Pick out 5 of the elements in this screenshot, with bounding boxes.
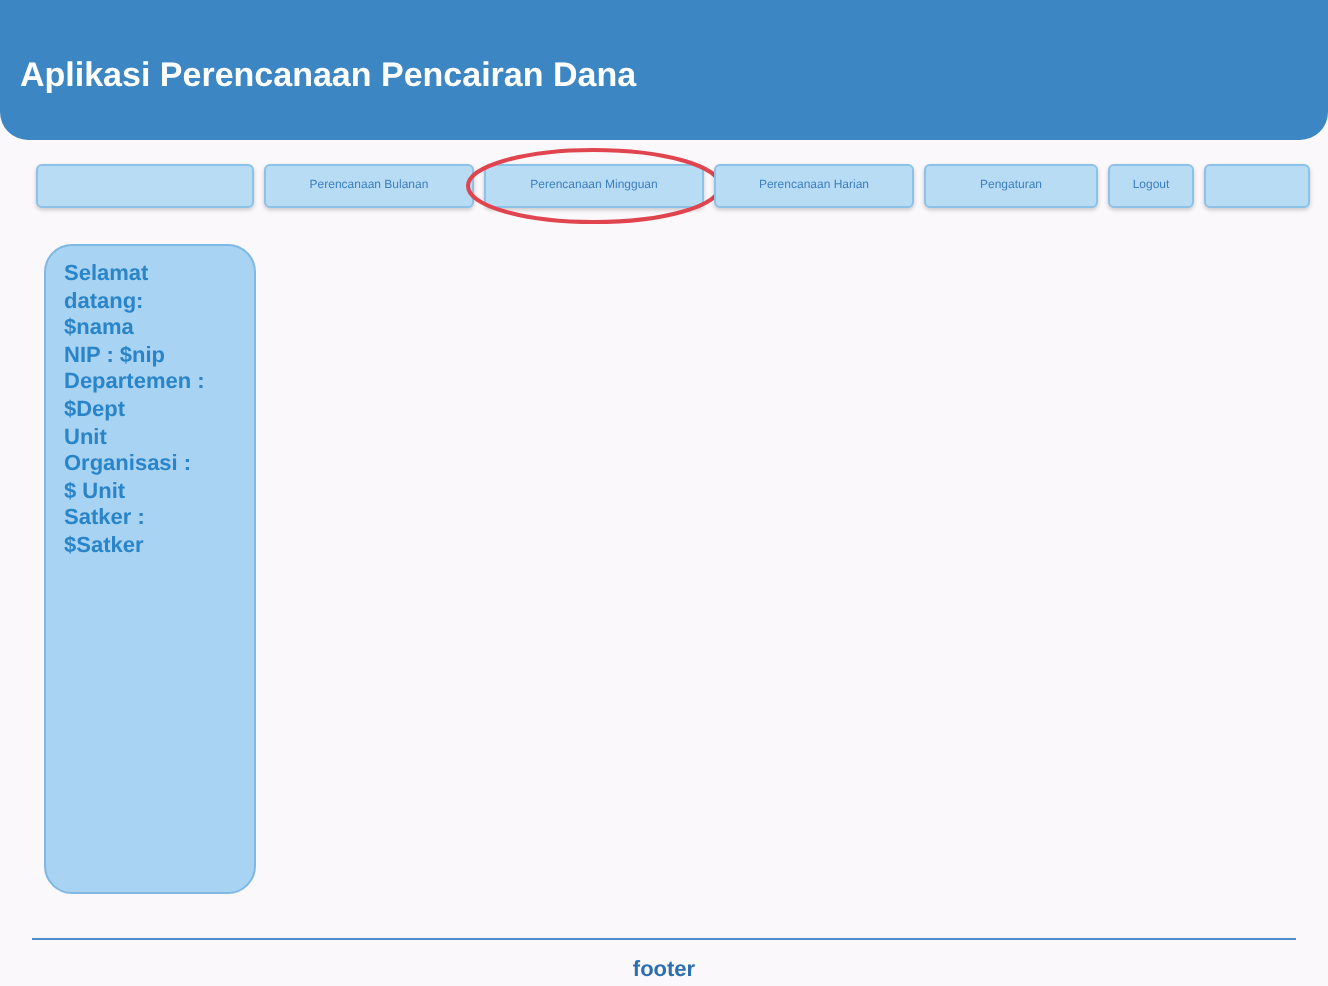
app-title: Aplikasi Perencanaan Pencairan Dana (20, 54, 637, 99)
footer-text: footer (632, 956, 696, 986)
welcome-text: Selamat datang: $nama NIP : $nip Departemen : $Dept Unit Organisasi : $ Unit Satker : $Satker (64, 262, 206, 562)
blank-nav-button[interactable] (36, 164, 254, 208)
blank-nav-button[interactable] (1204, 164, 1310, 208)
